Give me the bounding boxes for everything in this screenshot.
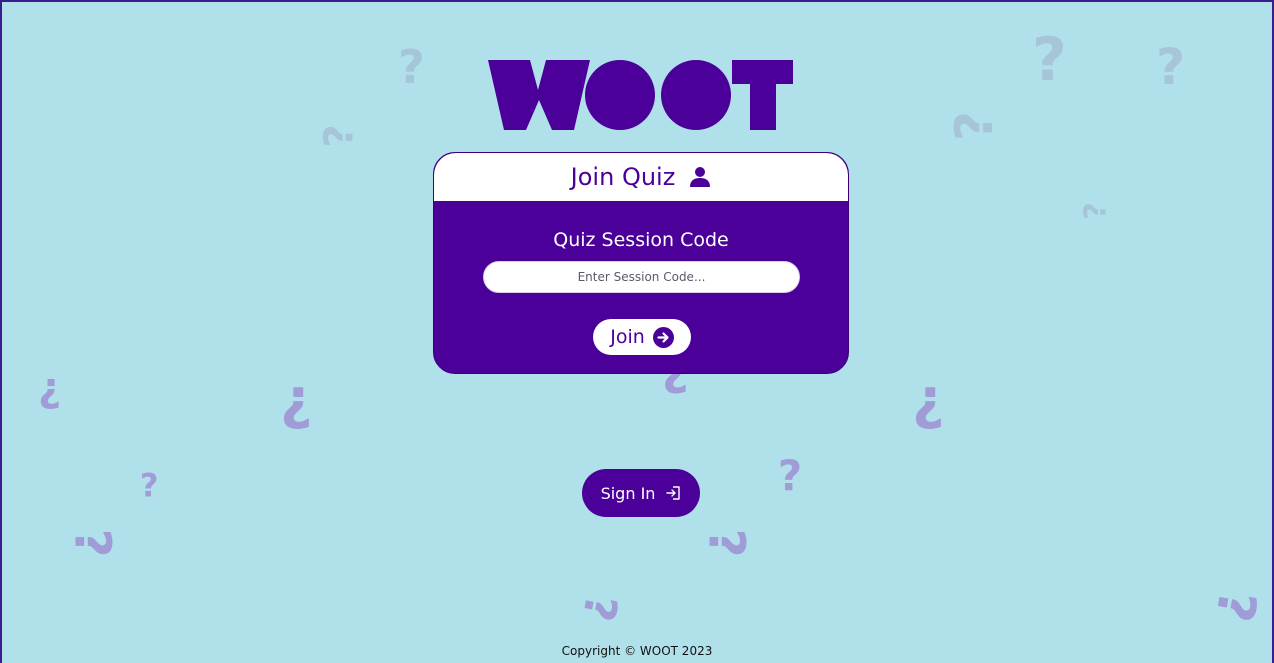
join-button[interactable]: Join <box>593 319 691 355</box>
join-button-label: Join <box>610 326 645 348</box>
session-code-input[interactable] <box>483 261 800 293</box>
session-code-label: Quiz Session Code <box>553 229 729 251</box>
arrow-circle-right-icon <box>652 326 674 348</box>
question-mark-decoration: ? <box>571 591 627 626</box>
question-mark-decoration: ? <box>316 124 363 148</box>
woot-logo <box>488 60 793 130</box>
inverted-question-mark-decoration: ¿ <box>280 367 313 432</box>
sign-in-label: Sign In <box>600 483 656 503</box>
question-mark-decoration: ? <box>945 110 1006 142</box>
inverted-question-mark-decoration: ¿ <box>778 457 803 506</box>
sign-in-icon <box>666 486 681 500</box>
question-mark-decoration: ? <box>1202 585 1268 627</box>
inverted-question-mark-decoration: ¿ <box>38 365 62 411</box>
inverted-question-mark-decoration: ¿ <box>140 471 159 509</box>
join-quiz-header: Join Quiz <box>434 153 848 201</box>
question-mark-decoration: ? <box>63 528 122 558</box>
question-mark-decoration: ? <box>1078 202 1114 220</box>
question-mark-decoration: ? <box>1032 25 1067 95</box>
join-quiz-title: Join Quiz <box>570 163 676 191</box>
question-mark-decoration: ? <box>1156 38 1186 96</box>
question-mark-decoration: ? <box>398 40 425 94</box>
join-quiz-card: Join Quiz Quiz Session Code Join <box>433 152 849 374</box>
sign-in-button[interactable]: Sign In <box>582 469 700 517</box>
inverted-question-mark-decoration: ¿ <box>912 367 945 432</box>
question-mark-decoration: ? <box>697 528 756 558</box>
user-icon <box>690 167 711 187</box>
copyright-text: Copyright © WOOT 2023 <box>561 644 713 658</box>
